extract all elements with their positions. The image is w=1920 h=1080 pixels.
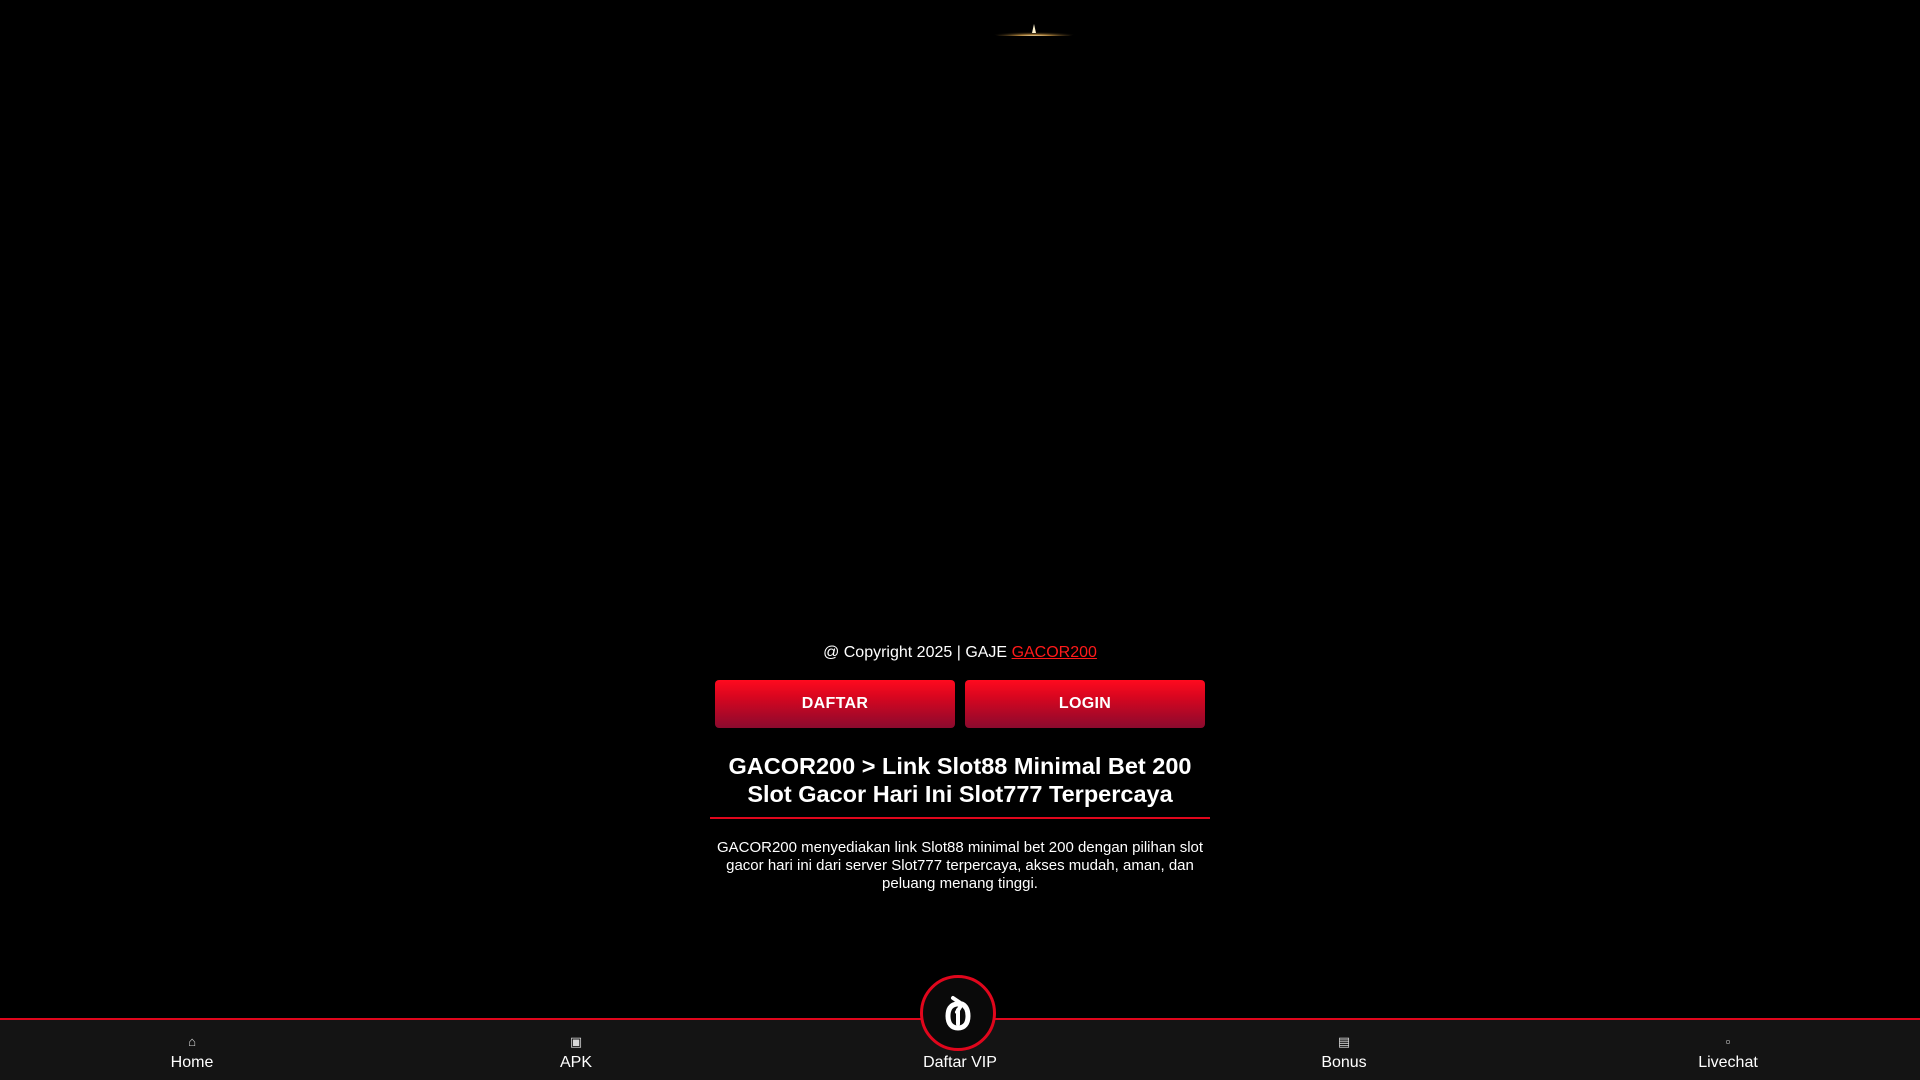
page-title: GACOR200 > Link Slot88 Minimal Bet 200 S… <box>710 752 1210 819</box>
android-icon: ▣ <box>569 1034 583 1049</box>
nav-item-bonus[interactable]: ▤ Bonus <box>1264 1034 1424 1072</box>
page-title-line-2: Slot Gacor Hari Ini Slot777 Terpercaya <box>747 781 1173 807</box>
page-title-line-1: GACOR200 > Link Slot88 Minimal Bet 200 <box>728 753 1192 779</box>
copyright-text: @ Copyright 2025 | GAJE GACOR200 <box>705 640 1215 666</box>
banner-sparkle-icon <box>994 24 1074 36</box>
daftar-button[interactable]: DAFTAR <box>715 680 955 728</box>
nav-label-livechat: Livechat <box>1698 1054 1758 1071</box>
chat-icon: ▫ <box>1725 1034 1731 1049</box>
home-icon: ⌂ <box>188 1034 196 1049</box>
page-description: GACOR200 menyediakan link Slot88 minimal… <box>716 839 1204 892</box>
nav-item-livechat[interactable]: ▫ Livechat <box>1648 1034 1808 1072</box>
auth-buttons: DAFTAR LOGIN <box>715 680 1205 728</box>
gift-icon: ▤ <box>1337 1034 1351 1049</box>
login-button[interactable]: LOGIN <box>965 680 1205 728</box>
nav-label-apk: APK <box>559 1054 592 1071</box>
nav-label-home: Home <box>170 1054 214 1071</box>
nav-item-home[interactable]: ⌂ Home <box>112 1034 272 1072</box>
nav-label-daftar-vip: Daftar VIP <box>923 1054 997 1071</box>
vip-logo-icon <box>945 996 971 1031</box>
brand-link[interactable]: GACOR200 <box>1012 644 1097 661</box>
page: @ Copyright 2025 | GAJE GACOR200 DAFTAR … <box>0 0 1920 1080</box>
nav-label-bonus: Bonus <box>1321 1054 1367 1071</box>
nav-item-apk[interactable]: ▣ APK <box>496 1034 656 1072</box>
vip-logo-button[interactable] <box>920 975 996 1051</box>
main-content: @ Copyright 2025 | GAJE GACOR200 DAFTAR … <box>705 640 1215 893</box>
copyright-prefix: @ Copyright 2025 | GAJE <box>823 644 1008 661</box>
